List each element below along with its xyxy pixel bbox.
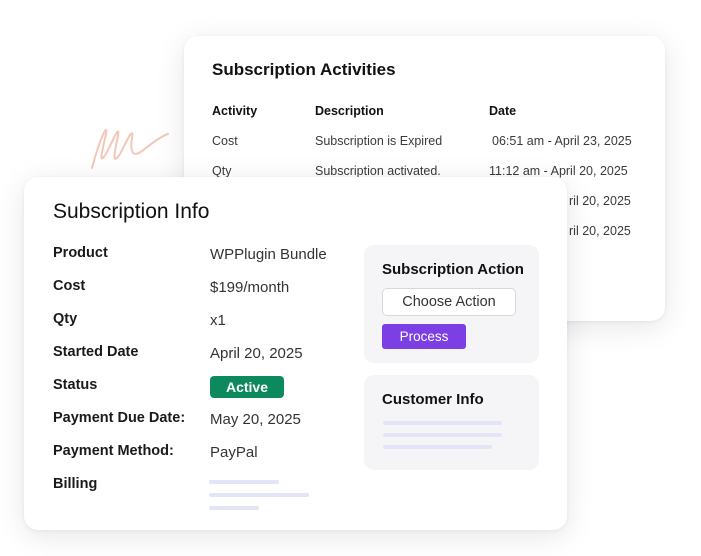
info-title: Subscription Info: [53, 200, 210, 223]
customer-info-panel: Customer Info: [364, 375, 539, 470]
placeholder-line: [209, 493, 309, 497]
decorative-squiggle: [91, 129, 169, 169]
field-label-payment-method: Payment Method:: [53, 443, 174, 459]
row-description: Subscription is Expired: [315, 134, 443, 148]
field-label-cost: Cost: [53, 278, 86, 294]
field-label-started-date: Started Date: [53, 344, 139, 360]
placeholder-line: [383, 445, 492, 449]
field-label-qty: Qty: [53, 311, 78, 327]
column-header-activity: Activity: [212, 104, 258, 118]
row-date: 06:51 am - April 23, 2025: [492, 134, 632, 148]
placeholder-line: [209, 480, 279, 484]
field-value-qty: x1: [210, 312, 226, 329]
activities-title: Subscription Activities: [212, 60, 396, 79]
field-value-payment-due-date: May 20, 2025: [210, 411, 301, 428]
subscription-action-panel: Subscription Action Choose Action Proces…: [364, 245, 539, 363]
row-activity: Qty: [212, 164, 232, 178]
row-activity: Cost: [212, 134, 238, 148]
status-badge: Active: [210, 376, 284, 398]
row-date: ril 20, 2025: [569, 194, 631, 208]
subscription-info-card: Subscription Info Product WPPlugin Bundl…: [24, 177, 567, 530]
row-date: 11:12 am - April 20, 2025: [489, 164, 628, 178]
field-value-payment-method: PayPal: [210, 444, 258, 461]
column-header-description: Description: [315, 104, 384, 118]
field-value-cost: $199/month: [210, 279, 290, 296]
field-label-billing: Billing: [53, 476, 98, 492]
field-value-product: WPPlugin Bundle: [210, 246, 327, 263]
column-header-date: Date: [489, 104, 517, 118]
row-date: ril 20, 2025: [569, 224, 631, 238]
field-value-started-date: April 20, 2025: [210, 345, 303, 362]
subscription-action-title: Subscription Action: [382, 261, 524, 278]
row-description: Subscription activated.: [315, 164, 441, 178]
process-button[interactable]: Process: [382, 324, 466, 349]
placeholder-line: [383, 433, 502, 437]
field-label-product: Product: [53, 245, 108, 261]
customer-info-title: Customer Info: [382, 391, 484, 408]
placeholder-line: [383, 421, 502, 425]
field-label-payment-due-date: Payment Due Date:: [53, 410, 186, 426]
placeholder-line: [209, 506, 259, 510]
choose-action-select[interactable]: Choose Action: [382, 288, 516, 316]
field-label-status: Status: [53, 377, 98, 393]
